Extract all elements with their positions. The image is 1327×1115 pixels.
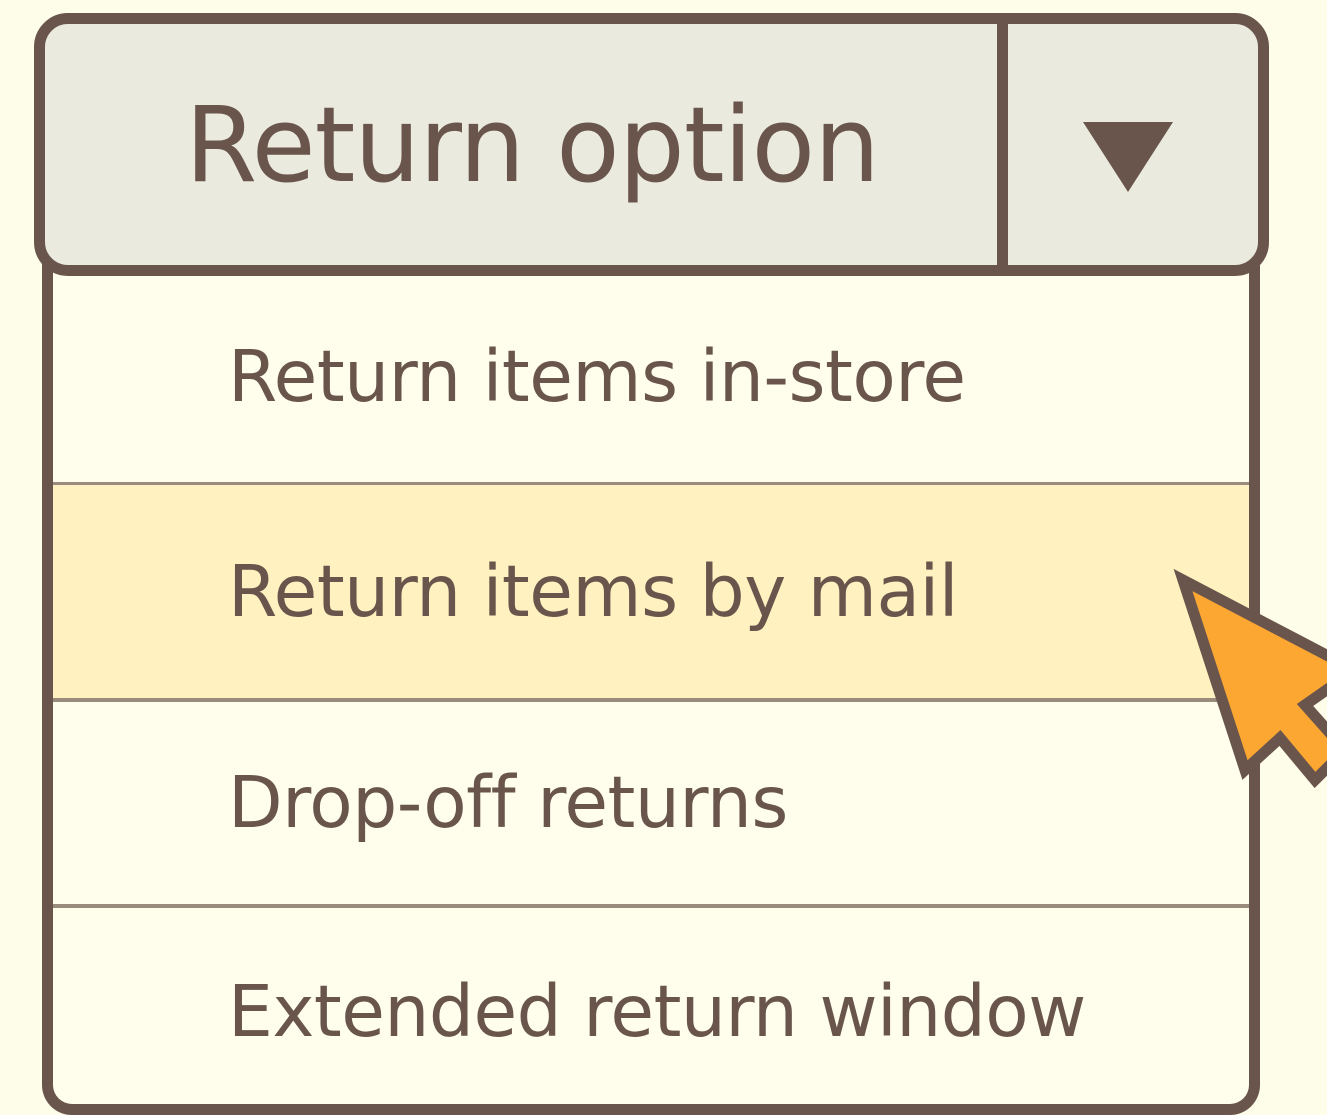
mouse-pointer-icon <box>1173 568 1327 789</box>
option-return-items-in-store[interactable]: Return items in-store <box>53 270 1249 482</box>
select-label: Return option <box>185 83 880 206</box>
option-label: Return items in-store <box>228 334 966 418</box>
triangle-down-icon[interactable] <box>1081 120 1175 194</box>
return-option-select[interactable]: Return option <box>34 13 1269 276</box>
option-label: Drop-off returns <box>228 761 788 844</box>
option-label: Extended return window <box>228 969 1086 1053</box>
select-divider <box>997 24 1008 265</box>
option-label: Return items by mail <box>228 550 958 633</box>
option-extended-return-window[interactable]: Extended return window <box>53 907 1249 1104</box>
dropdown-options-list: Return items in-store Return items by ma… <box>42 225 1260 1115</box>
option-drop-off-returns[interactable]: Drop-off returns <box>53 701 1249 904</box>
option-return-items-by-mail[interactable]: Return items by mail <box>53 485 1249 698</box>
